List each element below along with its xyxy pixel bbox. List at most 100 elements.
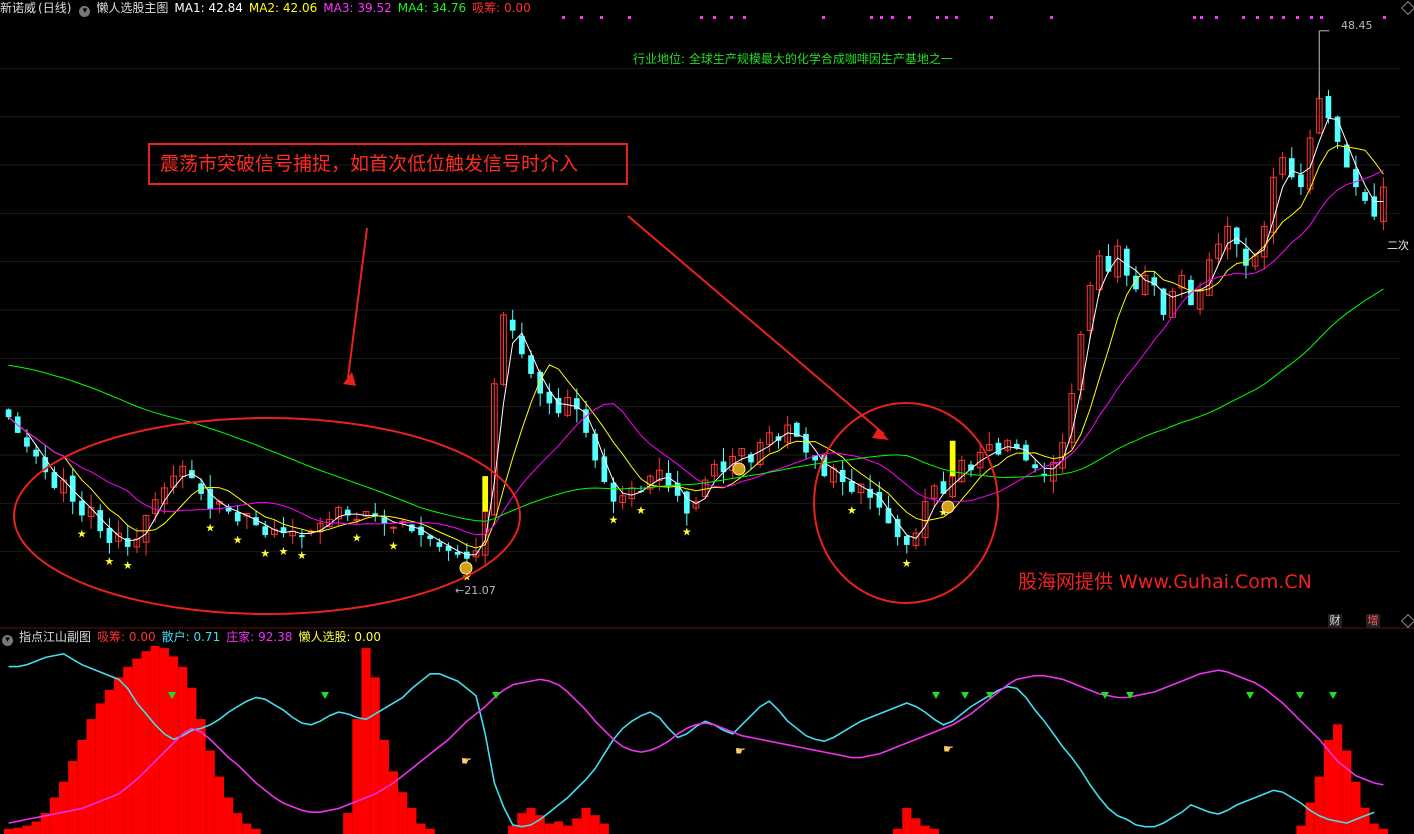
xichou-bar [599,823,609,834]
top-signal-marker [1215,16,1218,19]
ma3-line [8,169,1384,536]
xichou-bar [581,807,591,834]
top-signal-marker [891,16,894,19]
period-label: (日线) [38,1,72,15]
candle-body-down [592,433,599,461]
chevron-down-icon[interactable]: ▾ [2,635,13,646]
xichou-bar [572,818,582,834]
sell-triangle-icon [1329,692,1337,699]
xichou-bar [58,781,69,834]
xichou-bar [1351,781,1361,834]
sell-triangle-icon [932,692,940,699]
top-signal-marker [1193,16,1196,19]
candle-body-down [1298,174,1304,188]
top-signal-marker [713,16,716,19]
signal-bar [482,476,489,512]
ma4-label: MA4: 34.76 [397,1,467,15]
xichou-bar [95,703,105,834]
top-signal-marker [870,16,873,19]
sell-triangle-icon [1296,692,1304,699]
xichou-bar [214,776,224,834]
candle-body-down [33,449,39,457]
increase-button[interactable]: 增 [1366,614,1380,628]
candle-body-up [353,518,361,521]
xichou-bar [893,828,903,834]
xichou-bar [68,760,78,834]
top-signal-marker [562,16,565,19]
candle-body-down [610,482,617,502]
right-toolbar [1400,0,1414,834]
xichou-bar [242,823,252,834]
xichou-bar [49,797,59,834]
buy-star-icon: ★ [682,525,692,538]
top-signal-marker [1200,16,1203,19]
financial-button[interactable]: 财 [1328,614,1342,628]
top-signal-marker [1270,16,1273,19]
candle-body-down [106,527,113,543]
top-signal-marker [1296,16,1299,19]
candle-body-down [24,437,30,447]
top-signal-marker [1383,16,1386,19]
xichou-bar [123,666,133,834]
top-signal-marker [955,16,958,19]
candle-body-down [1151,277,1158,286]
top-signal-marker [1256,16,1259,19]
stock-name[interactable]: 新诺威 [0,1,36,15]
diamond-icon[interactable] [1400,0,1414,16]
buy-star-icon: ★ [902,557,912,570]
main-chart-header: 新诺威 (日线) ▾ 懒人选股主图 MA1: 42.84 MA2: 42.06 MA3: 3… [0,0,537,17]
sub-indicator-name[interactable]: 指点江山副图 [19,630,91,644]
xichou-bar [902,807,912,834]
xichou-bar [1360,807,1370,834]
buy-star-icon: ★ [297,549,307,562]
top-signal-marker [743,16,746,19]
top-signal-marker [1242,16,1245,19]
candle-body-down [1325,96,1332,119]
xichou-bar [178,666,188,834]
buy-star-icon: ★ [205,522,215,535]
candle-body-down [262,526,269,536]
xichou-bar [1378,828,1388,834]
xichou-bar [159,648,169,834]
buy-star-icon: ★ [389,539,399,552]
xichou-bar [563,825,573,834]
xichou-bar [233,813,243,834]
chart-window: ★ ★ ★ ★ ★ ★ ★ ★ ★ ★ ★ ★ ★ ★ ★ ★ ★ ☛ ☛ ☛ [0,0,1414,834]
ma2-label: MA2: 42.06 [248,1,318,15]
xichou-bar [425,828,435,834]
candle-body-down [454,552,461,555]
xichou-bar [4,828,14,834]
money-bag-icon [459,561,473,575]
xichou-bar [196,719,206,834]
xichou-bar [361,648,371,834]
candle-body-down [537,371,544,394]
xichou-bar [1369,823,1379,834]
xichou-bar [13,827,23,834]
candle-body-down [509,319,516,331]
xichou-bar [1333,724,1343,834]
diamond-icon[interactable] [1400,613,1414,629]
sell-triangle-icon [986,692,994,699]
xichou-bar [526,807,536,834]
xichou-bar [517,813,527,834]
buy-star-icon: ★ [233,533,243,546]
xichou-label: 吸筹: 0.00 [472,1,531,15]
xichou-bar [911,818,921,834]
xichou-bar [251,828,261,834]
watermark: 股海网提供 Www.Guhai.Com.CN [1018,571,1312,593]
buy-star-icon: ★ [123,559,133,572]
xichou-bar [508,825,518,834]
buy-star-icon: ★ [260,547,270,560]
sanhu-label: 散户: 0.71 [161,630,221,644]
xichou-bar [86,719,96,834]
sell-triangle-icon [321,692,329,699]
zhuangjia-label: 庄家: 92.38 [226,630,293,644]
candle-body-down [1123,248,1130,276]
buy-star-icon: ★ [279,545,289,558]
top-signal-marker [1310,16,1313,19]
main-indicator-name[interactable]: 懒人选股主图 [96,1,168,15]
chevron-down-icon[interactable]: ▾ [79,6,91,17]
main-chart-svg[interactable]: ★★ ★★★★ ★ ★★★★★★★★★★☛☛ ☛ [0,0,1414,834]
arrow-line [627,215,885,435]
hand-pointer-icon: ☛ [735,744,746,758]
